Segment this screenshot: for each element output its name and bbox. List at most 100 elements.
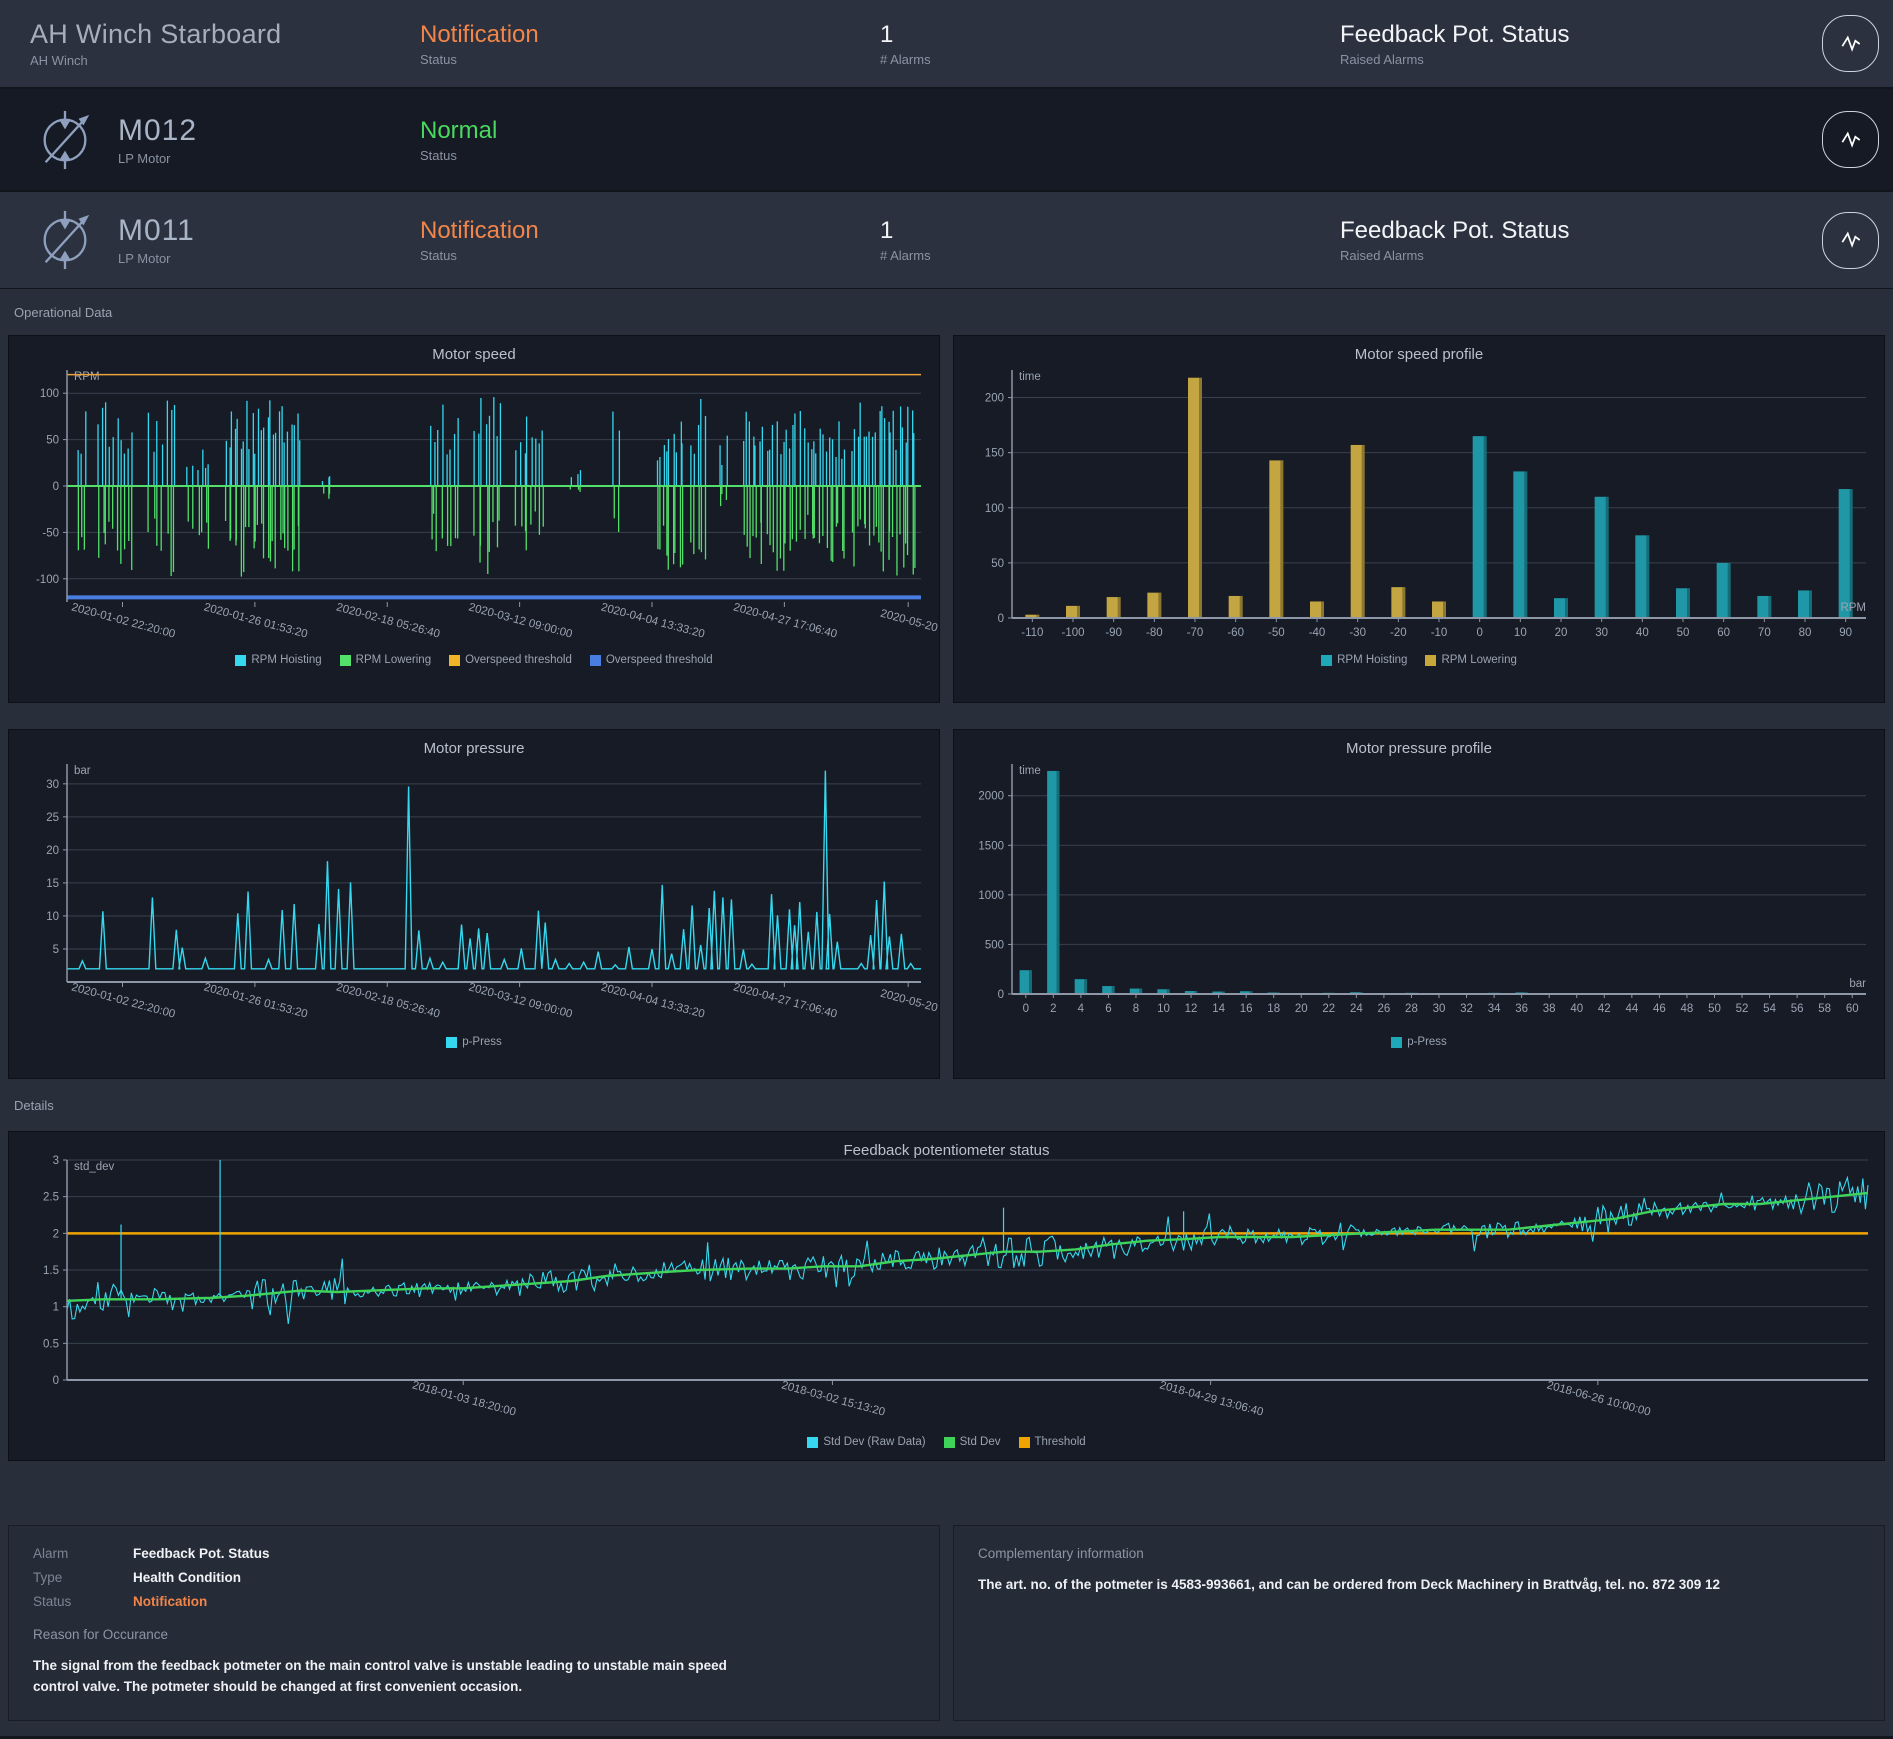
svg-text:2020-02-18 05:26:40: 2020-02-18 05:26:40 [335,601,441,640]
svg-text:50: 50 [1708,1003,1721,1015]
svg-text:90: 90 [1839,627,1852,639]
section-details: Details [0,1079,1893,1131]
svg-text:18: 18 [1267,1003,1280,1015]
svg-text:-80: -80 [1146,627,1163,639]
svg-text:16: 16 [1240,1003,1253,1015]
svg-text:42: 42 [1598,1003,1611,1015]
svg-text:3: 3 [53,1155,59,1167]
motor-status-value: Notification [420,217,880,245]
svg-text:2020-02-18 05:26:40: 2020-02-18 05:26:40 [335,981,441,1020]
asset-status-value: Notification [420,21,880,49]
svg-text:2018-01-03 18:20:00: 2018-01-03 18:20:00 [411,1379,517,1418]
svg-text:54: 54 [1763,1003,1776,1015]
reason-for-occurance-body: The signal from the feedback potmeter on… [33,1656,753,1698]
svg-text:2020-04-04 13:33:20: 2020-04-04 13:33:20 [600,601,706,640]
alarm-field-value: Feedback Pot. Status [133,1546,915,1561]
svg-text:38: 38 [1543,1003,1556,1015]
motor-icon [34,109,96,171]
svg-text:2020-04-27 17:06:40: 2020-04-27 17:06:40 [732,601,838,640]
svg-text:100: 100 [985,503,1004,515]
chart-motor-pressure[interactable]: Motor pressure p-Press 51015202530bar202… [8,729,940,1079]
svg-text:4: 4 [1078,1003,1085,1015]
section-operational-data: Operational Data [0,289,1893,335]
chart-motor-speed-profile[interactable]: Motor speed profile RPM HoistingRPM Lowe… [953,335,1885,703]
svg-text:100: 100 [40,388,59,400]
svg-text:time: time [1019,765,1041,777]
motor-row-m011[interactable]: M011 LP Motor Notification Status 1 # Al… [0,192,1893,289]
svg-text:60: 60 [1717,627,1730,639]
status-field-label: Status [33,1594,133,1609]
svg-text:2020-05-20: 2020-05-20 [879,988,939,1015]
svg-text:time: time [1019,371,1041,383]
motor-m011-trend-button[interactable] [1822,212,1879,269]
motor-m012-trend-button[interactable] [1822,111,1879,168]
svg-text:2020-03-12 09:00:00: 2020-03-12 09:00:00 [467,981,573,1020]
chart-motor-speed[interactable]: Motor speed RPM HoistingRPM LoweringOver… [8,335,940,703]
svg-text:0: 0 [53,481,59,493]
pulse-icon [1838,127,1864,153]
svg-text:30: 30 [46,779,59,791]
motor-status-value: Normal [420,117,880,145]
svg-text:58: 58 [1818,1003,1831,1015]
svg-text:5: 5 [53,944,59,956]
svg-text:50: 50 [991,558,1004,570]
svg-text:0.5: 0.5 [43,1338,59,1350]
svg-text:20: 20 [1555,627,1568,639]
svg-text:32: 32 [1460,1003,1473,1015]
svg-text:-50: -50 [42,527,59,539]
chart-feedback-pot-status[interactable]: Feedback potentiometer status Std Dev (R… [8,1131,1885,1461]
asset-raised-alarm: Feedback Pot. Status [1340,21,1769,49]
svg-text:bar: bar [1849,978,1866,990]
type-field-value: Health Condition [133,1570,915,1585]
asset-trend-button[interactable] [1822,15,1879,72]
motor-name: M011 [118,214,195,248]
motor-raised-alarm: Feedback Pot. Status [1340,217,1769,245]
pulse-icon [1838,31,1864,57]
svg-text:2: 2 [1050,1003,1056,1015]
svg-text:22: 22 [1322,1003,1335,1015]
motor-raised-alarm-label: Raised Alarms [1340,248,1769,263]
svg-text:RPM: RPM [74,371,100,383]
svg-text:2018-03-02 15:13:20: 2018-03-02 15:13:20 [780,1379,886,1418]
svg-text:25: 25 [46,812,59,824]
svg-text:12: 12 [1185,1003,1198,1015]
asset-status-label: Status [420,52,880,67]
motor-alarm-count: 1 [880,217,1340,245]
page-title: AH Winch Starboard [30,19,420,50]
svg-text:30: 30 [1433,1003,1446,1015]
asset-raised-alarm-label: Raised Alarms [1340,52,1769,67]
svg-text:-30: -30 [1349,627,1366,639]
chart-motor-pressure-profile[interactable]: Motor pressure profile p-Press 050010001… [953,729,1885,1079]
svg-text:2020-01-26 01:53:20: 2020-01-26 01:53:20 [203,981,309,1020]
asset-alarm-count-label: # Alarms [880,52,1340,67]
svg-text:RPM: RPM [1840,602,1866,614]
svg-text:-50: -50 [1268,627,1285,639]
svg-text:48: 48 [1681,1003,1694,1015]
svg-text:0: 0 [1023,1003,1029,1015]
svg-text:26: 26 [1378,1003,1391,1015]
svg-text:20: 20 [46,845,59,857]
svg-text:34: 34 [1488,1003,1501,1015]
svg-text:24: 24 [1350,1003,1363,1015]
svg-text:-110: -110 [1021,627,1043,639]
svg-text:10: 10 [1514,627,1527,639]
complementary-info-title: Complementary information [978,1546,1860,1561]
svg-text:2018-04-29 13:06:40: 2018-04-29 13:06:40 [1158,1379,1264,1418]
alarm-details-panel: Alarm Feedback Pot. Status Type Health C… [8,1525,940,1721]
svg-text:-40: -40 [1309,627,1326,639]
svg-text:2: 2 [53,1228,59,1240]
svg-text:10: 10 [46,911,59,923]
svg-text:-90: -90 [1105,627,1122,639]
asset-header: AH Winch Starboard AH Winch Notification… [0,0,1893,89]
svg-text:20: 20 [1295,1003,1308,1015]
svg-text:30: 30 [1595,627,1608,639]
motor-row-m012[interactable]: M012 LP Motor Normal Status [0,89,1893,192]
motor-icon [34,209,96,271]
svg-text:-100: -100 [1061,627,1084,639]
page-subtitle: AH Winch [30,53,420,68]
svg-text:6: 6 [1105,1003,1111,1015]
svg-text:-100: -100 [36,574,59,586]
svg-text:15: 15 [46,878,59,890]
svg-text:0: 0 [1476,627,1482,639]
svg-text:1: 1 [53,1302,59,1314]
